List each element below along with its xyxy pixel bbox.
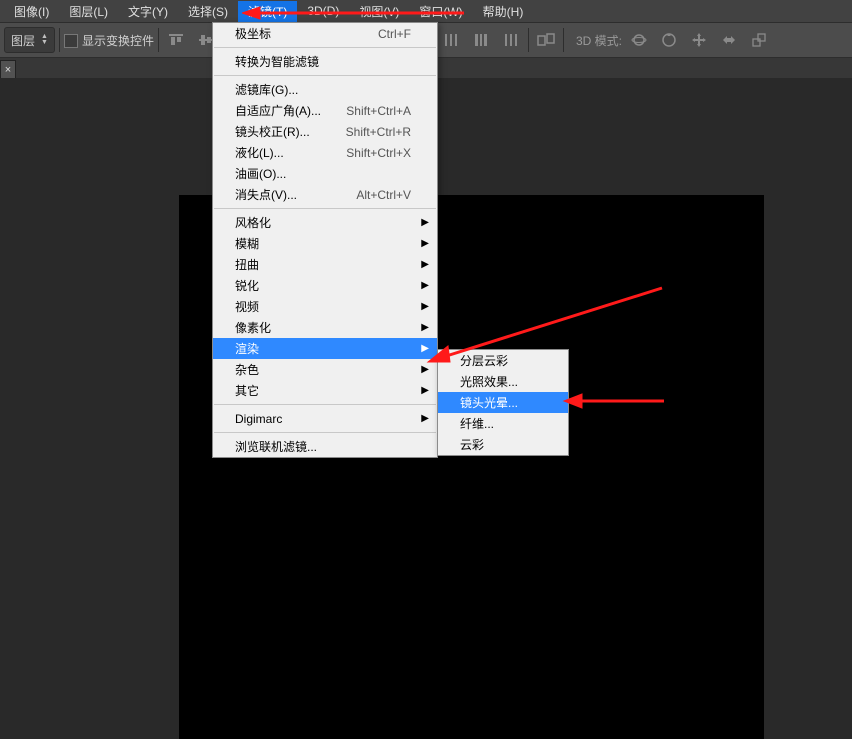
menu-item-label: 油画(O)... [235,165,411,182]
annotation-arrow-icon [420,280,670,370]
menu-item-label: 纤维... [460,415,542,432]
menu-item-label: 滤镜库(G)... [235,81,411,98]
menu-item-label: 自适应广角(A)... [235,102,322,119]
submenu-arrow-icon: ▶ [421,413,429,424]
align-top-edges-icon[interactable] [163,28,189,52]
menu-item-adaptive-wide-angle[interactable]: 自适应广角(A)... Shift+Ctrl+A [213,100,437,121]
menu-separator [214,432,436,433]
menu-item-lens-correction[interactable]: 镜头校正(R)... Shift+Ctrl+R [213,121,437,142]
submenu-arrow-icon: ▶ [421,385,429,396]
menu-label: 文字(Y) [128,5,168,19]
submenu-arrow-icon: ▶ [421,238,429,249]
menu-item-distort[interactable]: 扭曲 ▶ [213,254,437,275]
menu-item-render[interactable]: 渲染 ▶ [213,338,437,359]
separator [528,28,529,52]
menu-item-last-filter[interactable]: 极坐标 Ctrl+F [213,23,437,44]
menu-item-label: 渲染 [235,340,411,357]
menu-item-label: 极坐标 [235,25,354,42]
menu-item-video[interactable]: 视频 ▶ [213,296,437,317]
menu-item-label: 像素化 [235,319,411,336]
dropdown-arrows-icon: ▲▼ [41,34,48,46]
submenu-item-lighting-effects[interactable]: 光照效果... [438,371,568,392]
menu-item-label: 转换为智能滤镜 [235,53,411,70]
menu-item-label: 镜头校正(R)... [235,123,322,140]
3d-orbit-icon[interactable] [626,28,652,52]
separator [563,28,564,52]
menu-item-noise[interactable]: 杂色 ▶ [213,359,437,380]
menu-item-label: 其它 [235,382,411,399]
document-tab[interactable]: × [0,60,16,80]
menu-item-oil-paint[interactable]: 油画(O)... [213,163,437,184]
3d-scale-icon[interactable] [746,28,772,52]
distribute-hcenter-icon[interactable] [468,28,494,52]
menu-item-pixelate[interactable]: 像素化 ▶ [213,317,437,338]
menu-help[interactable]: 帮助(H) [473,1,534,22]
menu-label: 帮助(H) [483,5,524,19]
menu-item-label: 锐化 [235,277,411,294]
distribute-right-icon[interactable] [498,28,524,52]
submenu-item-lens-flare[interactable]: 镜头光晕... [438,392,568,413]
menu-item-label: 模糊 [235,235,411,252]
menu-item-other[interactable]: 其它 ▶ [213,380,437,401]
menu-item-label: 浏览联机滤镜... [235,438,411,455]
show-transform-label: 显示变换控件 [82,32,154,49]
menu-item-label: 扭曲 [235,256,411,273]
separator [59,28,60,52]
menu-label: 选择(S) [188,5,228,19]
show-transform-checkbox[interactable] [64,34,78,48]
3d-roll-icon[interactable] [656,28,682,52]
menu-item-label: 液化(L)... [235,144,322,161]
submenu-item-clouds[interactable]: 云彩 [438,434,568,455]
menu-image[interactable]: 图像(I) [4,1,59,22]
submenu-arrow-icon: ▶ [421,259,429,270]
menu-label: 图像(I) [14,5,49,19]
menu-item-shortcut: Shift+Ctrl+A [346,104,411,118]
menu-item-label: 云彩 [460,436,542,453]
menu-separator [214,208,436,209]
menu-label: 图层(L) [69,5,108,19]
menu-item-browse-online[interactable]: 浏览联机滤镜... [213,436,437,457]
mode-3d-label: 3D 模式: [576,32,622,49]
layer-target-label: 图层 [11,32,35,49]
3d-pan-icon[interactable] [686,28,712,52]
menu-item-label: 视频 [235,298,411,315]
menu-type[interactable]: 文字(Y) [118,1,178,22]
menu-item-shortcut: Ctrl+F [378,27,411,41]
menu-item-liquify[interactable]: 液化(L)... Shift+Ctrl+X [213,142,437,163]
menu-item-digimarc[interactable]: Digimarc ▶ [213,408,437,429]
menu-item-filter-gallery[interactable]: 滤镜库(G)... [213,79,437,100]
annotation-arrow-icon [242,4,472,22]
auto-align-icon[interactable] [533,28,559,52]
menu-item-shortcut: Alt+Ctrl+V [356,188,411,202]
menu-item-label: 镜头光晕... [460,394,542,411]
filter-menu: 极坐标 Ctrl+F 转换为智能滤镜 滤镜库(G)... 自适应广角(A)...… [212,22,438,458]
separator [158,28,159,52]
menu-item-vanishing-point[interactable]: 消失点(V)... Alt+Ctrl+V [213,184,437,205]
menu-separator [214,47,436,48]
menu-item-label: 消失点(V)... [235,186,332,203]
menu-item-stylize[interactable]: 风格化 ▶ [213,212,437,233]
menu-item-blur[interactable]: 模糊 ▶ [213,233,437,254]
menu-item-shortcut: Shift+Ctrl+X [346,146,411,160]
menu-select[interactable]: 选择(S) [178,1,238,22]
distribute-left-icon[interactable] [438,28,464,52]
3d-slide-icon[interactable] [716,28,742,52]
menu-item-smart-filter[interactable]: 转换为智能滤镜 [213,51,437,72]
menu-item-label: 杂色 [235,361,411,378]
submenu-arrow-icon: ▶ [421,217,429,228]
layer-target-select[interactable]: 图层 ▲▼ [4,27,55,53]
menu-layer[interactable]: 图层(L) [59,1,118,22]
menu-item-label: 风格化 [235,214,411,231]
menu-item-shortcut: Shift+Ctrl+R [346,125,411,139]
menu-item-sharpen[interactable]: 锐化 ▶ [213,275,437,296]
menu-item-label: Digimarc [235,412,411,426]
menu-separator [214,404,436,405]
menu-item-label: 光照效果... [460,373,542,390]
annotation-arrow-icon [562,390,672,412]
submenu-item-fibers[interactable]: 纤维... [438,413,568,434]
close-icon[interactable]: × [5,65,11,76]
menu-separator [214,75,436,76]
